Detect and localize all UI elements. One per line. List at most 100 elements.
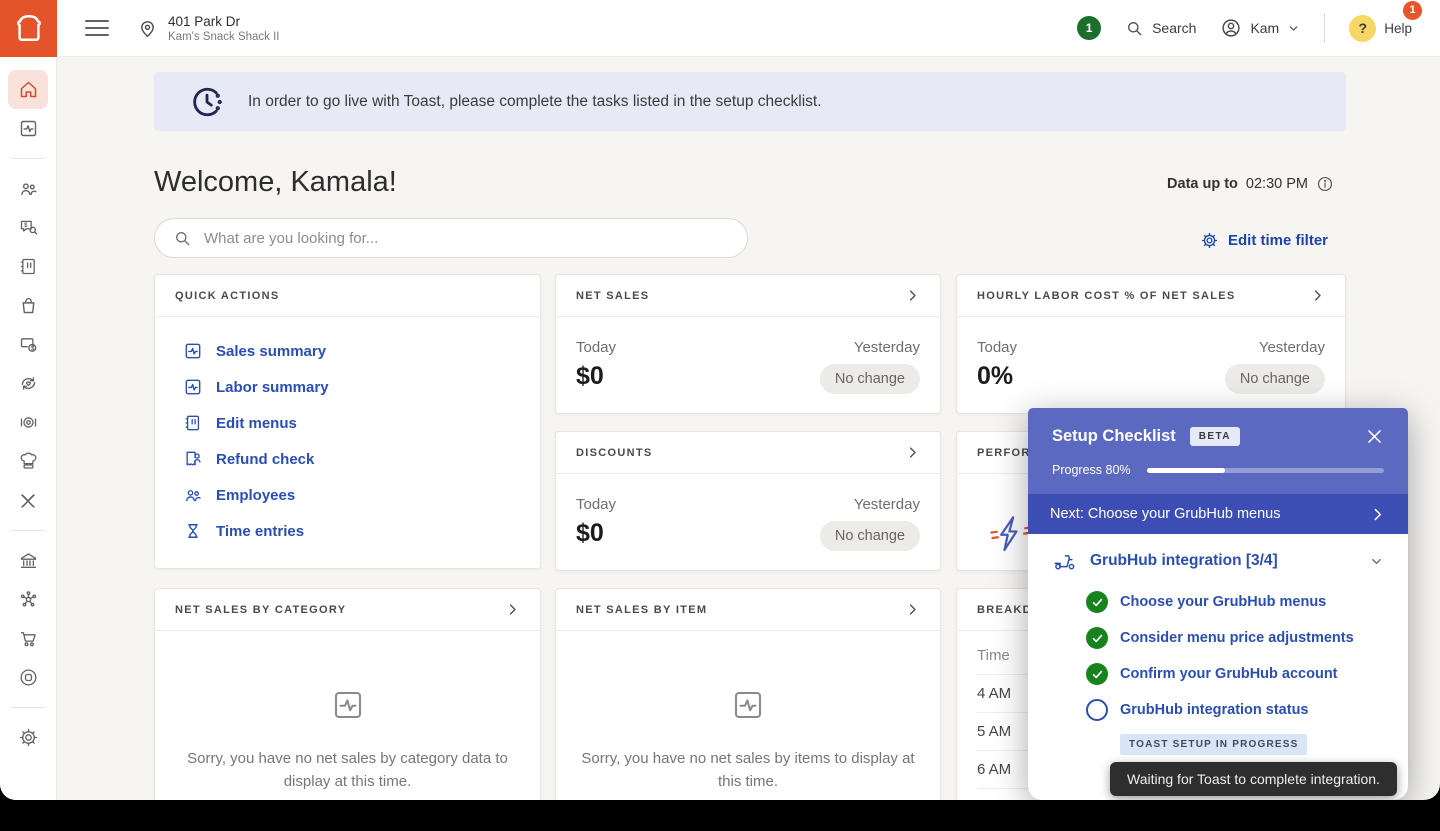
top-bar: 401 Park Dr Kam's Snack Shack II 1 Searc… <box>0 0 1440 57</box>
notification-badge[interactable]: 1 <box>1077 16 1101 40</box>
today-value: $0 <box>576 362 616 391</box>
sidebar-item-shop[interactable] <box>8 619 48 658</box>
setup-checklist-header: Setup Checklist BETA Progress 80% <box>1028 408 1408 494</box>
kitchen-icon <box>18 412 39 433</box>
refund-check-icon <box>183 449 203 469</box>
quick-action-refund-check[interactable]: Refund check <box>183 449 512 469</box>
card-title: DISCOUNTS <box>576 447 652 459</box>
card-title: NET SALES <box>576 290 649 302</box>
empty-message: Sorry, you have no net sales by items to… <box>578 747 918 794</box>
user-menu-button[interactable]: Kam <box>1220 17 1300 39</box>
search-menu-button[interactable]: Search <box>1125 19 1196 38</box>
location-address: 401 Park Dr <box>168 14 280 29</box>
change-badge: No change <box>820 521 920 551</box>
sidebar-item-loyalty[interactable] <box>8 364 48 403</box>
net-sales-card: NET SALES Today $0 Yesterday No change <box>555 274 941 414</box>
card-title: NET SALES BY ITEM <box>576 604 707 616</box>
chevron-right-icon[interactable] <box>905 288 920 303</box>
status-badge: TOAST SETUP IN PROGRESS <box>1120 734 1307 755</box>
open-circle-icon <box>1086 699 1108 721</box>
sidebar-divider <box>11 530 45 531</box>
yesterday-label: Yesterday <box>820 496 920 513</box>
sidebar-item-payments[interactable]: $ <box>8 325 48 364</box>
chevron-right-icon[interactable] <box>1310 288 1325 303</box>
search-icon <box>173 229 192 248</box>
empty-chart-icon <box>730 687 766 723</box>
grubhub-section-toggle[interactable]: GrubHub integration [3/4] <box>1052 549 1384 573</box>
info-icon[interactable] <box>1316 175 1334 193</box>
setup-banner: In order to go live with Toast, please c… <box>154 72 1346 131</box>
data-up-to: Data up to 02:30 PM <box>1167 175 1334 193</box>
location-pin-icon <box>137 18 158 39</box>
edit-menus-icon <box>183 413 203 433</box>
quick-action-edit-menus[interactable]: Edit menus <box>183 413 512 433</box>
quick-action-employees[interactable]: Employees <box>183 485 512 505</box>
setup-checklist-panel: Setup Checklist BETA Progress 80% Next: … <box>1028 408 1408 800</box>
sidebar-divider <box>11 158 45 159</box>
chevron-right-icon[interactable] <box>905 445 920 460</box>
sidebar-item-xtrachef[interactable] <box>8 481 48 520</box>
quick-action-sales-summary[interactable]: Sales summary <box>183 341 512 361</box>
integration-tooltip: Waiting for Toast to complete integratio… <box>1110 762 1397 796</box>
empty-message: Sorry, you have no net sales by category… <box>178 747 518 794</box>
employees-icon <box>18 178 39 199</box>
sidebar-item-settings[interactable] <box>8 718 48 757</box>
checklist-item-confirm-account[interactable]: Confirm your GrubHub account <box>1086 662 1384 686</box>
edit-time-filter-button[interactable]: Edit time filter <box>1200 231 1328 250</box>
quick-actions-card: QUICK ACTIONS Sales summary Labor summar… <box>154 274 541 569</box>
quick-action-time-entries[interactable]: Time entries <box>183 521 512 541</box>
checklist-item-choose-menus[interactable]: Choose your GrubHub menus <box>1086 590 1384 614</box>
menu-toggle-button[interactable] <box>85 15 109 41</box>
sidebar-item-devices[interactable] <box>8 658 48 697</box>
chevron-right-icon[interactable] <box>505 602 520 617</box>
device-terminal-icon <box>18 667 39 688</box>
sidebar-item-takeout[interactable] <box>8 286 48 325</box>
clock-icon <box>190 85 224 119</box>
next-task-button[interactable]: Next: Choose your GrubHub menus <box>1028 494 1408 534</box>
toast-logo-icon <box>13 12 45 44</box>
user-name-label: Kam <box>1250 20 1279 36</box>
checklist-item-integration-status[interactable]: GrubHub integration status <box>1086 698 1384 722</box>
user-avatar-icon <box>1220 17 1242 39</box>
help-button[interactable]: ? Help 1 <box>1349 15 1412 42</box>
check-circle-icon <box>1086 591 1108 613</box>
sidebar-item-banking[interactable] <box>8 541 48 580</box>
yesterday-label: Yesterday <box>1225 339 1325 356</box>
search-input[interactable] <box>204 230 729 247</box>
sidebar-item-employees[interactable] <box>8 169 48 208</box>
chevron-right-icon[interactable] <box>905 602 920 617</box>
sidebar-item-catering[interactable] <box>8 442 48 481</box>
sidebar-item-reports[interactable] <box>8 109 48 148</box>
help-bubble-icon: ? <box>1349 15 1376 42</box>
toast-logo[interactable] <box>0 0 57 57</box>
search-icon <box>1125 19 1144 38</box>
loyalty-icon <box>18 373 39 394</box>
page-title: Welcome, Kamala! <box>154 166 397 199</box>
location-name: Kam's Snack Shack II <box>168 31 280 43</box>
reports-chart-icon <box>18 118 39 139</box>
net-sales-by-category-card: NET SALES BY CATEGORY Sorry, you have no… <box>154 588 541 800</box>
topbar-divider <box>1324 13 1325 43</box>
cart-icon <box>18 628 39 649</box>
progress-bar-fill <box>1147 468 1225 473</box>
check-circle-icon <box>1086 627 1108 649</box>
sidebar-item-kitchen[interactable] <box>8 403 48 442</box>
chevron-down-icon[interactable] <box>1369 554 1384 569</box>
location-selector[interactable]: 401 Park Dr Kam's Snack Shack II <box>137 14 280 43</box>
today-label: Today <box>977 339 1017 356</box>
sidebar-item-menus[interactable] <box>8 247 48 286</box>
dashboard-search[interactable] <box>154 218 748 258</box>
takeout-bag-icon <box>18 295 39 316</box>
search-menu-label: Search <box>1152 20 1196 36</box>
sidebar-item-payroll[interactable]: $ <box>8 208 48 247</box>
banner-message: In order to go live with Toast, please c… <box>248 93 822 111</box>
delivery-scooter-icon <box>1052 549 1078 573</box>
sidebar-item-integrations[interactable] <box>8 580 48 619</box>
sidebar-item-home[interactable] <box>8 70 48 109</box>
quick-action-labor-summary[interactable]: Labor summary <box>183 377 512 397</box>
checklist-item-price-adjustments[interactable]: Consider menu price adjustments <box>1086 626 1384 650</box>
grubhub-section-title: GrubHub integration [3/4] <box>1090 552 1278 570</box>
close-icon[interactable] <box>1365 427 1384 446</box>
home-icon <box>18 79 39 100</box>
today-label: Today <box>576 496 616 513</box>
